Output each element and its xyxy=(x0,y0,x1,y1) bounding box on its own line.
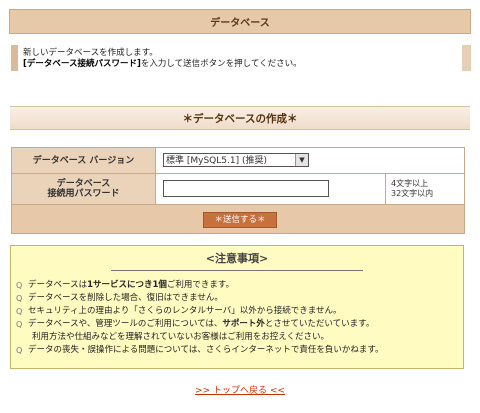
notice-divider xyxy=(111,270,363,271)
info-accent-bar xyxy=(11,45,18,71)
notice-item: Q データベースは1サービスにつき1個ご利用できます。 xyxy=(16,280,235,290)
info-text: 新しいデータベースを作成します。 [データベース接続パスワード]を入力して送信ボ… xyxy=(18,45,302,71)
chevron-down-icon[interactable]: ▼ xyxy=(295,154,308,166)
notice-item: Q セキュリティ上の理由より「さくらのレンタルサーバ」以外から接続できません。 xyxy=(16,306,342,316)
version-row: データベース バージョン 標準 [MySQL5.1] (推奨) ▼ xyxy=(12,148,464,174)
password-label-line-1: データベース xyxy=(56,179,111,189)
version-label: データベース バージョン xyxy=(12,148,156,173)
notice-bullet-icon: Q xyxy=(16,320,23,329)
section-title: ＊データベースの作成＊ xyxy=(10,106,470,130)
notice-bullet-icon: Q xyxy=(16,294,23,303)
info-line-1: 新しいデータベースを作成します。 xyxy=(23,48,158,58)
submit-row: ＊送信する＊ xyxy=(12,205,464,233)
notice-bullet-icon: Q xyxy=(16,346,23,355)
notice-bullet-icon: Q xyxy=(16,307,23,316)
page-title: データベース xyxy=(9,9,471,34)
notice-bullet-icon: Q xyxy=(16,281,23,290)
info-message: 新しいデータベースを作成します。 [データベース接続パスワード]を入力して送信ボ… xyxy=(11,45,471,71)
password-row: データベース 接続用パスワード 4文字以上 32文字以内 xyxy=(12,174,464,205)
version-select-value: 標準 [MySQL5.1] (推奨) xyxy=(166,156,267,166)
notice-item: Q データベースや、管理ツールのご利用については、サポート外とさせていただいていま… xyxy=(16,319,375,329)
back-to-top-link[interactable]: >> トップへ戻る << xyxy=(0,383,480,396)
password-input[interactable] xyxy=(163,180,329,197)
notice-box: <注意事項> Q データベースは1サービスにつき1個ご利用できます。 Q データベー… xyxy=(10,245,464,369)
password-hint: 4文字以上 32文字以内 xyxy=(385,174,464,204)
info-line-2-rest: を入力して送信ボタンを押してください。 xyxy=(140,59,302,69)
info-line-2-bold: [データベース接続パスワード] xyxy=(23,59,141,69)
submit-button[interactable]: ＊送信する＊ xyxy=(203,212,277,228)
database-create-form: データベース バージョン 標準 [MySQL5.1] (推奨) ▼ データベース… xyxy=(11,147,465,234)
version-select[interactable]: 標準 [MySQL5.1] (推奨) ▼ xyxy=(163,153,309,167)
notice-item: Q データベースを削除した場合、復旧はできません。 xyxy=(16,293,223,303)
notice-item: 利用方法や仕組みなどを理解されていないお客様はご利用をお控えください。 xyxy=(32,332,329,342)
notice-item: Q データの喪失・誤操作による問題については、さくらインターネットで責任を負いかね… xyxy=(16,345,384,355)
password-hint-min: 4文字以上 xyxy=(391,179,429,188)
password-cell: 4文字以上 32文字以内 xyxy=(156,174,464,204)
info-accent-bar-right xyxy=(462,45,471,71)
password-label: データベース 接続用パスワード xyxy=(12,174,156,204)
notice-title: <注意事項> xyxy=(205,252,269,265)
version-cell: 標準 [MySQL5.1] (推奨) ▼ xyxy=(156,148,464,173)
password-hint-max: 32文字以内 xyxy=(391,189,434,198)
password-label-line-2: 接続用パスワード xyxy=(47,189,120,199)
info-line-2: [データベース接続パスワード]を入力して送信ボタンを押してください。 xyxy=(23,59,302,70)
notice-list: Q データベースは1サービスにつき1個ご利用できます。 Q データベースを削除した場… xyxy=(16,279,458,357)
